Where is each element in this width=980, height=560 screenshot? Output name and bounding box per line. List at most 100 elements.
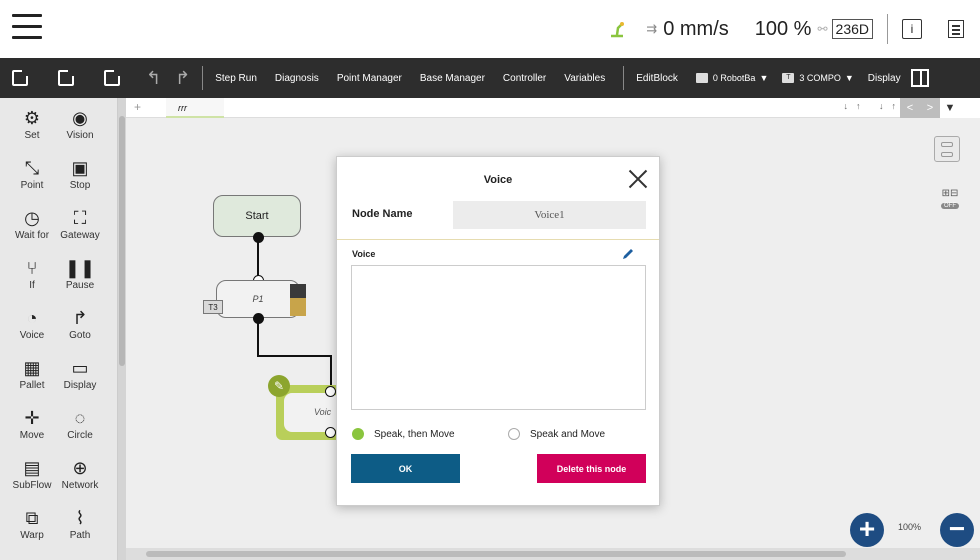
new-project-icon[interactable]	[12, 70, 28, 86]
menu-icon[interactable]	[12, 14, 42, 40]
palette-scrollbar[interactable]	[118, 98, 126, 560]
node-palette: ⚙ Set ◉ Vision ⤡ Point ▣ Stop ◷ Wait for ⛶ Gateway ⑂…	[0, 98, 118, 560]
add-tab-icon[interactable]: +	[134, 100, 141, 114]
tool-select[interactable]: T 3 COMPO ▼	[782, 73, 854, 83]
connector-line	[257, 355, 331, 357]
node-port[interactable]	[253, 313, 264, 324]
palette-item-label: Path	[69, 530, 91, 541]
palette-item-path[interactable]: ⌇ Path	[52, 506, 108, 552]
voice-text-area[interactable]	[351, 265, 646, 410]
node-port[interactable]	[325, 386, 336, 397]
save-project-icon[interactable]	[104, 70, 120, 86]
voice-label: Voice	[352, 249, 376, 259]
divider	[887, 14, 888, 44]
speed-icon: ⇉	[646, 21, 658, 36]
base-icon	[695, 73, 708, 83]
point-thumbnail	[290, 284, 306, 316]
layout-toggle-icon[interactable]	[934, 136, 960, 162]
display-button[interactable]: Display	[868, 73, 901, 84]
edit-pencil-icon[interactable]: ✎	[268, 375, 290, 397]
palette-item-label: Circle	[67, 430, 93, 441]
voice-node-dialog: Voice Node Name Voice Speak, then Move S…	[336, 156, 660, 506]
chevron-down-icon[interactable]: ▼	[940, 98, 960, 118]
toggle-off-icon: OFF	[941, 203, 959, 209]
palette-item-vision[interactable]: ◉ Vision	[52, 106, 108, 152]
radio-speak-then-move[interactable]: Speak, then Move	[352, 428, 455, 440]
display-panel-icon[interactable]	[910, 69, 929, 87]
chevron-left-icon[interactable]: <	[900, 98, 920, 118]
chevron-down-icon: ▼	[844, 73, 854, 83]
palette-item-label: Goto	[69, 330, 91, 341]
node-port[interactable]	[325, 427, 336, 438]
variables-button[interactable]: Variables	[564, 73, 605, 84]
tool-icon: T	[782, 73, 795, 83]
palette-item-display[interactable]: ▭ Display	[52, 356, 108, 402]
delete-node-button[interactable]: Delete this node	[537, 454, 646, 483]
zoom-out-button[interactable]: −	[940, 513, 974, 547]
pencil-icon[interactable]	[621, 247, 635, 261]
radio-selected-icon	[352, 428, 364, 440]
divider	[202, 66, 204, 90]
chevron-right-icon[interactable]: >	[920, 98, 940, 118]
info-button[interactable]: i	[902, 19, 922, 39]
status-bar: ⇉ 0 mm/s 100 % ⚯ 236D i	[0, 0, 980, 58]
override-percent: 100 %	[754, 17, 812, 40]
diagnosis-button[interactable]: Diagnosis	[275, 73, 319, 84]
chevron-down-icon: ▼	[759, 73, 769, 83]
base-select[interactable]: 0 RobotBa ▼	[695, 73, 769, 83]
status-code-box: 236D	[831, 19, 873, 39]
base-manager-button[interactable]: Base Manager	[420, 73, 485, 84]
redo-icon[interactable]: ↱	[175, 68, 190, 89]
palette-item-label: Display	[63, 380, 97, 391]
canvas-scrollbar[interactable]	[126, 548, 980, 560]
node-port[interactable]	[253, 232, 264, 243]
node-name-label: Node Name	[352, 208, 413, 220]
step-run-button[interactable]: Step Run	[215, 73, 257, 84]
palette-item-network[interactable]: ⊕ Network	[52, 456, 108, 502]
edit-block-button[interactable]: EditBlock	[636, 73, 678, 84]
palette-item-label: Vision	[66, 130, 94, 141]
point-manager-button[interactable]: Point Manager	[337, 73, 402, 84]
undo-icon[interactable]: ↰	[146, 68, 161, 89]
gateway-icon: ⛶	[73, 208, 87, 228]
divider	[337, 239, 659, 240]
palette-item-gateway[interactable]: ⛶ Gateway	[52, 206, 108, 252]
robot-arm-icon	[611, 22, 625, 38]
palette-item-pause[interactable]: ❚❚ Pause	[52, 256, 108, 302]
display-icon: ▭	[71, 358, 89, 378]
close-icon[interactable]	[627, 167, 649, 189]
open-project-icon[interactable]	[58, 70, 74, 86]
tab-nav: < > ▼	[900, 98, 980, 118]
palette-item-stop[interactable]: ▣ Stop	[52, 156, 108, 202]
radio-speak-and-move[interactable]: Speak and Move	[508, 428, 605, 440]
divider	[623, 66, 625, 90]
tool-badge: T3	[203, 300, 223, 314]
main-toolbar: ↰ ↱ Step Run Diagnosis Point Manager Bas…	[0, 58, 980, 98]
log-icon[interactable]	[948, 20, 964, 38]
start-node[interactable]: Start	[213, 195, 301, 237]
tab-flow[interactable]: rrr	[166, 98, 224, 118]
flow-tab-bar: + rrr ↓↑ ↓↑ ⊕ < > ▼	[126, 98, 980, 118]
palette-item-label: Pause	[65, 280, 95, 291]
path-icon: ⌇	[75, 508, 85, 528]
node-name-input[interactable]	[453, 201, 646, 229]
network-icon: ⊕	[72, 458, 88, 478]
grid-snap-toggle[interactable]: ⊞⊟ OFF	[936, 188, 964, 212]
controller-button[interactable]: Controller	[503, 73, 546, 84]
palette-item-label: Network	[61, 480, 99, 491]
pause-icon: ❚❚	[64, 258, 96, 278]
palette-item-goto[interactable]: ↱ Goto	[52, 306, 108, 352]
speed-readout: 0 mm/s	[663, 17, 729, 40]
palette-item-circle[interactable]: ◌ Circle	[52, 406, 108, 452]
palette-item-label: Gateway	[60, 230, 100, 241]
palette-item-label: Stop	[69, 180, 91, 191]
link-icon: ⚯	[817, 22, 828, 36]
ok-button[interactable]: OK	[351, 454, 460, 483]
circle-icon: ◌	[74, 408, 86, 428]
goto-icon: ↱	[72, 308, 88, 328]
dialog-title: Voice	[483, 174, 513, 186]
zoom-level: 100%	[898, 522, 922, 532]
stop-icon: ▣	[71, 158, 89, 178]
vision-icon: ◉	[72, 108, 88, 128]
zoom-in-button[interactable]: +	[850, 513, 884, 547]
